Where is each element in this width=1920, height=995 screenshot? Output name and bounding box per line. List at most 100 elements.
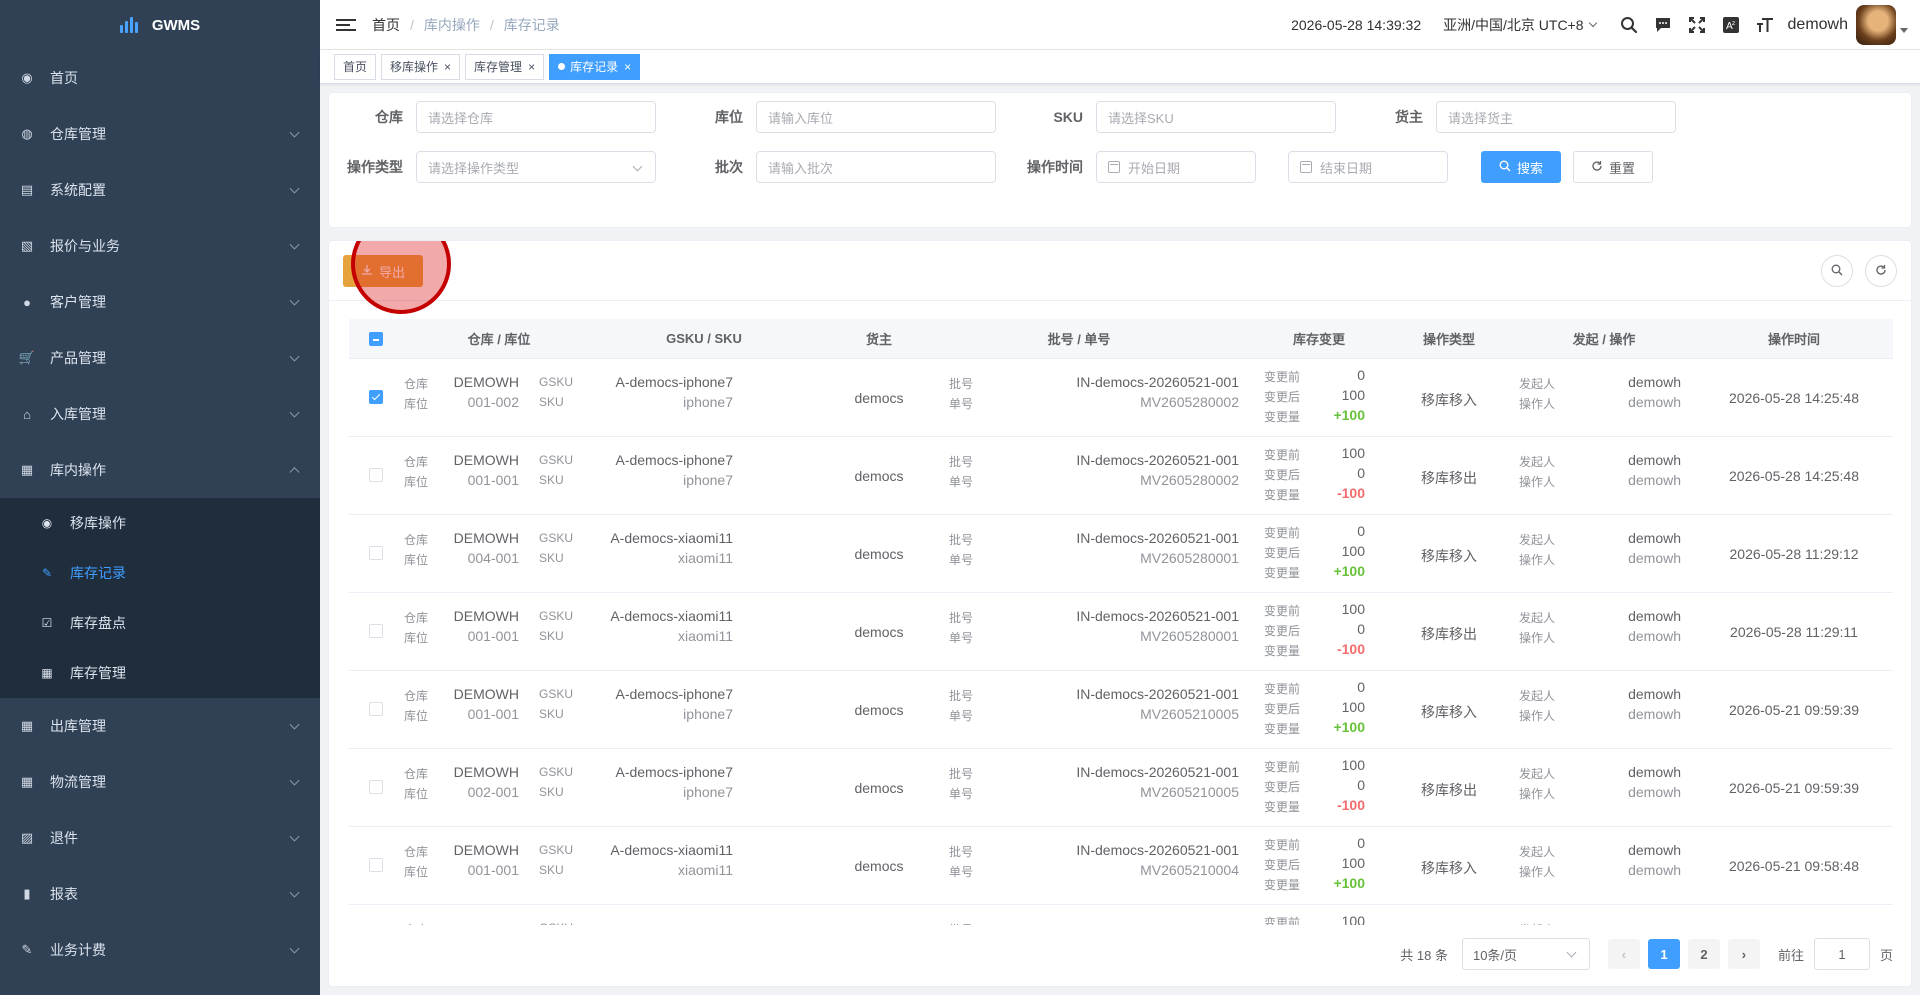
prev-page-button[interactable]: ‹ — [1607, 939, 1640, 969]
sidebar-item-6[interactable]: ⌂ 入库管理 — [0, 386, 320, 442]
table-row[interactable]: 仓库 库位 DEMOWH 001-002 GSKU SKU A-democs-iphone7… — [349, 359, 1893, 437]
table-icon: ▦ — [41, 666, 53, 680]
page-2-button[interactable]: 2 — [1687, 939, 1720, 969]
warehouse-select[interactable]: 请选择仓库 — [416, 101, 656, 133]
table-row[interactable]: 仓库 库位 DEMOWH 004-001 GSKU SKU A-democs-xiaomi1… — [349, 515, 1893, 593]
username[interactable]: demowh — [1788, 16, 1848, 34]
page-suffix: 页 — [1879, 947, 1893, 963]
sidebar-item-label: 报价与业务 — [50, 238, 120, 254]
operator-sub-label: 操作人 — [1519, 709, 1556, 723]
font-size-icon[interactable] — [1748, 0, 1782, 50]
user-icon: ● — [23, 294, 31, 310]
page-1-button[interactable]: 1 — [1647, 939, 1680, 969]
after-value: 0 — [1357, 777, 1365, 793]
chevron-down-icon — [1588, 18, 1597, 28]
search-icon[interactable] — [1612, 0, 1646, 50]
table-row[interactable]: 仓库 库位 DEMOWH 001-001 GSKU SKU A-democs-iphone7… — [349, 437, 1893, 515]
sidebar-item-11[interactable]: ▮ 报表 — [0, 866, 320, 922]
close-icon[interactable]: × — [624, 60, 631, 74]
hamburger-icon[interactable] — [336, 18, 356, 31]
sidebar-item-9[interactable]: ▦ 物流管理 — [0, 754, 320, 810]
goto-page-input[interactable]: 1 — [1813, 938, 1870, 970]
location-label: 库位 — [715, 109, 743, 125]
tag-3[interactable]: 库存记录 × — [549, 53, 641, 80]
toggle-search-button[interactable] — [1821, 255, 1853, 287]
owner-select[interactable]: 请选择货主 — [1436, 101, 1676, 133]
initiator-value: demowh — [1628, 452, 1681, 468]
batch-input[interactable]: 请输入批次 — [756, 151, 996, 183]
start-date-input[interactable]: 开始日期 — [1096, 151, 1256, 183]
row-checkbox[interactable] — [369, 546, 383, 560]
row-checkbox[interactable] — [369, 858, 383, 872]
initiator-value: demowh — [1628, 842, 1681, 858]
op-time-value: 2026-05-28 14:25:48 — [1729, 390, 1859, 406]
operator-sub-label: 操作人 — [1519, 865, 1556, 879]
table-row[interactable]: 仓库 库位 DEMOWH 001-001 GSKU SKU A-democs-xiaomi1… — [349, 593, 1893, 671]
gsku-sub-label: GSKU — [539, 453, 574, 467]
row-checkbox[interactable] — [369, 702, 383, 716]
sku-sub-label: SKU — [539, 551, 564, 565]
sidebar-item-0[interactable]: ◉ 首页 — [0, 50, 320, 106]
sidebar-subitem-0[interactable]: ◉ 移库操作 — [0, 498, 320, 548]
sidebar-subitem-3[interactable]: ▦ 库存管理 — [0, 648, 320, 698]
return-icon: ▨ — [20, 830, 34, 845]
sidebar-item-12[interactable]: ✎ 业务计费 — [0, 922, 320, 978]
close-icon[interactable]: × — [528, 60, 535, 74]
fullscreen-icon[interactable] — [1680, 0, 1714, 50]
row-checkbox[interactable] — [369, 780, 383, 794]
close-icon[interactable]: × — [444, 60, 451, 74]
select-all-checkbox[interactable] — [369, 332, 383, 346]
reset-button[interactable]: 重置 — [1573, 151, 1653, 183]
sidebar-item-10[interactable]: ▨ 退件 — [0, 810, 320, 866]
sidebar-item-8[interactable]: ▦ 出库管理 — [0, 698, 320, 754]
message-icon[interactable] — [1646, 0, 1680, 50]
tag-0[interactable]: 首页 — [334, 53, 377, 80]
sidebar-item-2[interactable]: ▤ 系统配置 — [0, 162, 320, 218]
avatar[interactable] — [1856, 5, 1896, 45]
search-button[interactable]: 搜索 — [1481, 151, 1561, 183]
sidebar-item-3[interactable]: ▧ 报价与业务 — [0, 218, 320, 274]
sidebar-item-label: 入库管理 — [50, 406, 106, 422]
table-card: 导出 仓库 / 库位 GSKU / SKU 货主 批号 / 单号 库存变更 操作… — [328, 240, 1912, 987]
sidebar-item-1[interactable]: ◍ 仓库管理 — [0, 106, 320, 162]
initiator-value: demowh — [1628, 608, 1681, 624]
sidebar-subitem-1[interactable]: ✎ 库存记录 — [0, 548, 320, 598]
op-type-select[interactable]: 请选择操作类型 — [416, 151, 656, 183]
warehouse-value: DEMOWH — [453, 764, 519, 780]
warehouse-sub-label: 仓库 — [404, 611, 429, 625]
delta-value: +100 — [1333, 719, 1365, 735]
caret-down-icon[interactable] — [1900, 28, 1908, 33]
logo[interactable]: GWMS — [0, 0, 320, 50]
location-input[interactable]: 请输入库位 — [756, 101, 996, 133]
table-row[interactable]: 仓库 库位 DEMOWH 001-001 GSKU SKU A-democs-xiaomi1… — [349, 827, 1893, 905]
operator-sub-label: 操作人 — [1519, 553, 1556, 567]
location-sub-label: 库位 — [404, 631, 429, 645]
owner-value: democs — [854, 546, 904, 562]
operator-sub-label: 操作人 — [1519, 397, 1556, 411]
end-date-input[interactable]: 结束日期 — [1288, 151, 1448, 183]
tag-2[interactable]: 库存管理 × — [465, 53, 545, 80]
operator-value: demowh — [1628, 706, 1681, 722]
row-checkbox[interactable] — [369, 624, 383, 638]
next-page-button[interactable]: › — [1727, 939, 1760, 969]
order-value: MV2605280001 — [1140, 628, 1239, 644]
sidebar-item-5[interactable]: 🛒 产品管理 — [0, 330, 320, 386]
table-row[interactable]: 仓库 库位 DEMOWH 002-001 GSKU SKU A-democs-iphone7… — [349, 749, 1893, 827]
translate-icon[interactable]: Az — [1714, 0, 1748, 50]
sidebar-item-4[interactable]: ● 客户管理 — [0, 274, 320, 330]
timezone-select[interactable]: 亚洲/中国/北京 UTC+8 — [1443, 15, 1597, 35]
sku-select[interactable]: 请选择SKU — [1096, 101, 1336, 133]
gsku-value: A-democs-iphone7 — [615, 764, 733, 780]
batch-value: IN-democs-20260521-001 — [1076, 452, 1239, 468]
refresh-button[interactable] — [1865, 255, 1897, 287]
sidebar-item-7[interactable]: ▦ 库内操作 — [0, 442, 320, 498]
row-checkbox[interactable] — [369, 390, 383, 404]
breadcrumb-home[interactable]: 首页 — [372, 15, 400, 35]
sidebar-subitem-2[interactable]: ☑ 库存盘点 — [0, 598, 320, 648]
tag-1[interactable]: 移库操作 × — [381, 53, 461, 80]
sidebar-subitem-label: 库存记录 — [70, 565, 126, 581]
table-row[interactable]: 仓库库位GSKUSKU批号单号变更前变更后变更量100发起人操作人 — [349, 905, 1893, 925]
table-row[interactable]: 仓库 库位 DEMOWH 001-001 GSKU SKU A-democs-iphone7… — [349, 671, 1893, 749]
row-checkbox[interactable] — [369, 468, 383, 482]
page-size-select[interactable]: 10条/页 — [1461, 938, 1590, 970]
